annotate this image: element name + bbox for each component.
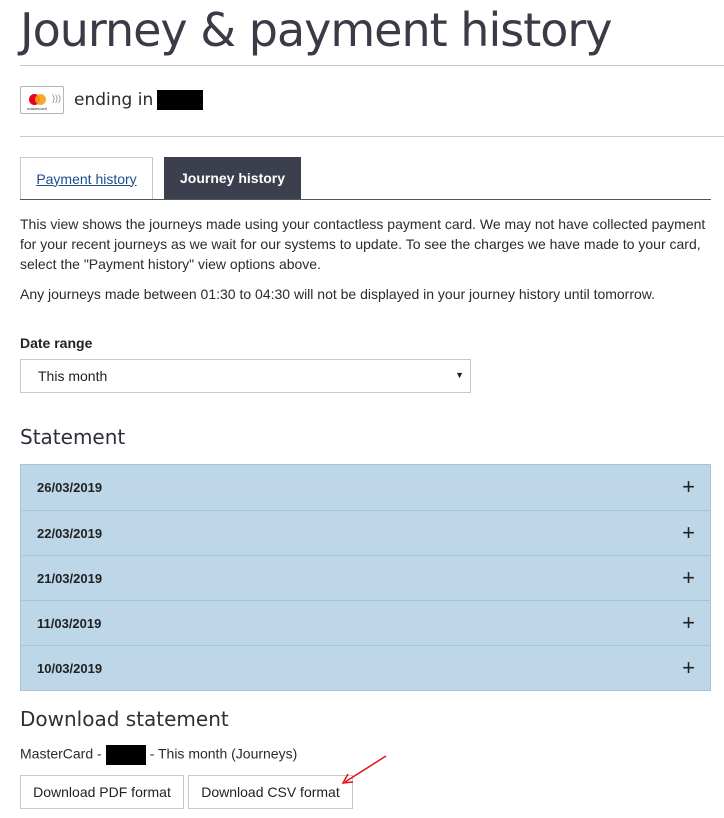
date-range-label: Date range (20, 335, 93, 351)
redacted-card-number (157, 90, 204, 110)
annotation-arrow-icon (341, 755, 387, 784)
statement-row[interactable]: 11/03/2019 + (21, 600, 710, 645)
expand-plus-icon[interactable]: + (682, 611, 695, 635)
download-csv-button[interactable]: Download CSV format (188, 775, 353, 809)
contactless-icon: ))) (52, 93, 61, 103)
expand-plus-icon[interactable]: + (682, 475, 695, 499)
date-range-select[interactable]: This month ▼ (20, 359, 471, 393)
statement-date: 10/03/2019 (37, 660, 103, 676)
statement-heading: Statement (20, 425, 126, 449)
card-summary: mastercard ))) ending in (20, 85, 204, 115)
statement-list: 26/03/2019 + 22/03/2019 + 21/03/2019 + 1… (20, 464, 711, 691)
dropdown-arrow-icon: ▼ (455, 370, 464, 380)
statement-date: 22/03/2019 (37, 525, 103, 541)
intro-text: This view shows the journeys made using … (20, 216, 706, 272)
mastercard-icon: mastercard ))) (20, 86, 64, 114)
download-pdf-button[interactable]: Download PDF format (20, 775, 184, 809)
redacted-card-number (105, 745, 146, 765)
expand-plus-icon[interactable]: + (682, 521, 695, 545)
statement-date: 21/03/2019 (37, 570, 103, 586)
statement-row[interactable]: 10/03/2019 + (21, 645, 710, 690)
tab-journey-history[interactable]: Journey history (164, 157, 301, 199)
title-divider (20, 65, 724, 66)
tab-payment-history[interactable]: Payment history (20, 157, 153, 199)
page-title: Journey & payment history (20, 3, 613, 57)
date-range-value: This month (38, 368, 108, 384)
download-caption: MasterCard -- This month (Journeys) (20, 745, 297, 765)
expand-plus-icon[interactable]: + (682, 656, 695, 680)
statement-row[interactable]: 21/03/2019 + (21, 555, 710, 600)
statement-date: 11/03/2019 (37, 615, 102, 631)
download-heading: Download statement (20, 707, 229, 731)
statement-row[interactable]: 22/03/2019 + (21, 510, 710, 555)
statement-date: 26/03/2019 (37, 480, 103, 495)
card-ending-label: ending in (74, 90, 204, 110)
expand-plus-icon[interactable]: + (682, 566, 695, 590)
card-divider (20, 136, 724, 137)
note-text: Any journeys made between 01:30 to 04:30… (20, 286, 656, 302)
history-tabs: Payment history Journey history (20, 157, 711, 200)
statement-row[interactable]: 26/03/2019 + (21, 465, 710, 510)
